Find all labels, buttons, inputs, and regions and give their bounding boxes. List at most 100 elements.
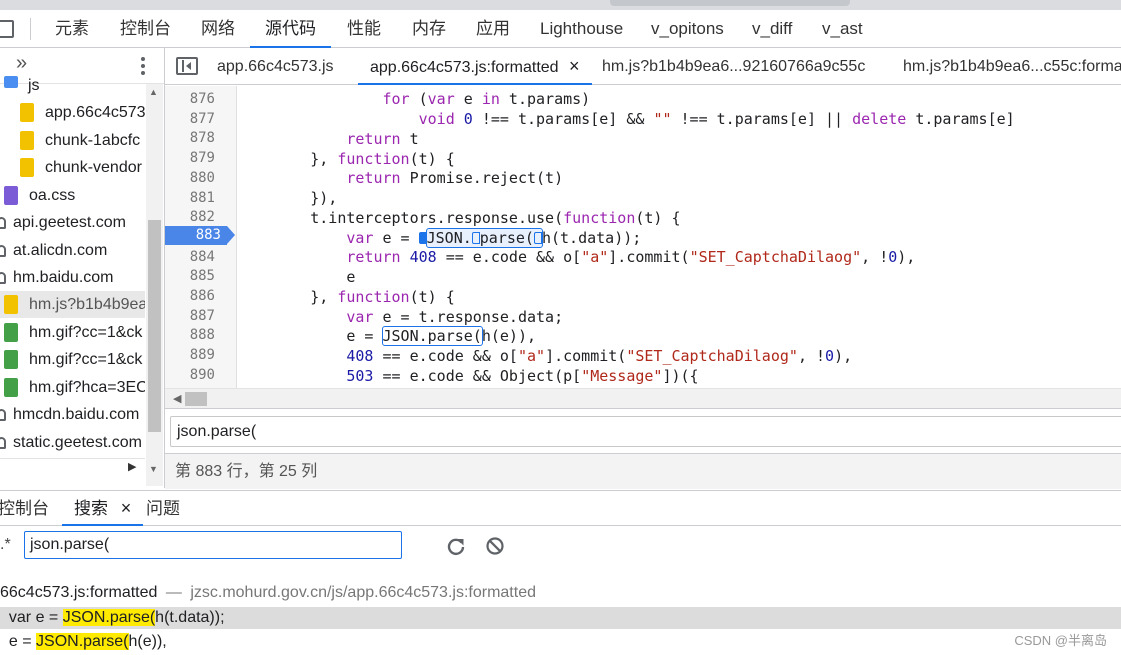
- tree-file[interactable]: hm.gif?cc=1&ck: [0, 346, 145, 373]
- scroll-right-icon[interactable]: ▶: [128, 460, 136, 473]
- drawer-tab-label: 搜索: [74, 499, 108, 518]
- tab-v-ast[interactable]: v_ast: [822, 10, 863, 48]
- match-highlight: JSON.parse(: [36, 633, 129, 650]
- window-top-strip: [0, 0, 1121, 10]
- drawer-tab-console[interactable]: 控制台: [0, 491, 49, 526]
- tree-domain[interactable]: api.geetest.com: [0, 209, 145, 236]
- folder-icon: [4, 76, 18, 88]
- tree-domain[interactable]: at.alicdn.com: [0, 237, 145, 264]
- regex-toggle[interactable]: .*: [0, 531, 11, 559]
- tree-domain[interactable]: hm.baidu.com: [0, 264, 145, 291]
- tab-application[interactable]: 应用: [476, 10, 510, 48]
- line-number[interactable]: 881: [190, 188, 215, 208]
- line-number[interactable]: 877: [190, 109, 215, 129]
- editor-tab-active[interactable]: app.66c4c573.js:formatted ×: [358, 48, 592, 85]
- search-result-row[interactable]: var e = JSON.parse(h(t.data));: [0, 607, 1121, 629]
- more-tabs-icon[interactable]: »: [16, 52, 27, 75]
- tree-domain[interactable]: hmcdn.baidu.com: [0, 401, 145, 428]
- match-highlight: JSON.parse(: [62, 609, 156, 626]
- tabbar-divider: [30, 18, 31, 40]
- breakpoint-inline-icon[interactable]: [418, 232, 427, 244]
- scroll-left-icon[interactable]: ◀: [173, 392, 181, 405]
- editor-hscroll[interactable]: ◀: [165, 388, 1121, 408]
- tree-file[interactable]: hm.gif?hca=3EC: [0, 374, 145, 401]
- search-result-row[interactable]: e = JSON.parse(h(e)),: [0, 631, 1121, 653]
- js-file-icon: [20, 103, 34, 122]
- line-number[interactable]: 886: [190, 286, 215, 306]
- line-number[interactable]: 876: [190, 89, 215, 109]
- tree-domain[interactable]: static.geetest.com: [0, 429, 145, 456]
- cloud-icon: [0, 409, 6, 421]
- drawer-tab-search[interactable]: 搜索 ×: [62, 491, 144, 526]
- code-line: }, function(t) {: [238, 150, 455, 168]
- navigator-hscroll[interactable]: ▶: [0, 458, 145, 476]
- image-file-icon: [4, 323, 18, 342]
- breakpoint-inline-icon[interactable]: [471, 232, 480, 244]
- code-line: e: [238, 268, 356, 286]
- scroll-down-icon[interactable]: ▼: [149, 464, 158, 474]
- tab-network[interactable]: 网络: [201, 10, 235, 48]
- drawer-tab-issues[interactable]: 问题: [146, 491, 180, 526]
- tree-file[interactable]: hm.gif?cc=1&ck: [0, 319, 145, 346]
- tab-elements[interactable]: 元素: [55, 10, 89, 48]
- tab-performance[interactable]: 性能: [347, 10, 381, 48]
- line-number[interactable]: 889: [190, 345, 215, 365]
- cloud-icon: [0, 272, 6, 284]
- cloud-icon: [0, 245, 6, 257]
- tree-file-selected[interactable]: hm.js?b1b4b9ea: [0, 291, 145, 318]
- line-number[interactable]: 884: [190, 247, 215, 267]
- line-number[interactable]: 890: [190, 365, 215, 385]
- code-editor[interactable]: for (var e in t.params) void 0 !== t.par…: [238, 86, 1121, 388]
- tab-lighthouse[interactable]: Lighthouse: [540, 10, 623, 48]
- navigator-menu-icon[interactable]: [133, 54, 153, 78]
- tree-file[interactable]: oa.css: [0, 182, 145, 209]
- editor-status-bar: 第 883 行，第 25 列: [165, 453, 1121, 489]
- line-number[interactable]: 879: [190, 148, 215, 168]
- toggle-navigator-icon[interactable]: [176, 57, 198, 75]
- close-icon[interactable]: ×: [121, 498, 132, 518]
- cloud-icon: [0, 437, 6, 449]
- search-input[interactable]: json.parse(: [24, 531, 402, 559]
- breakpoint-marker[interactable]: 883: [165, 226, 235, 245]
- dock-side-icon[interactable]: [0, 20, 14, 38]
- editor-tab-label: app.66c4c573.js:formatted: [370, 59, 559, 76]
- line-number[interactable]: 885: [190, 266, 215, 286]
- navigator-vscroll[interactable]: ▲ ▼: [146, 84, 163, 486]
- line-number-gutter[interactable]: 883 876 877 878 879 880 881 882 884 885 886 887 888…: [165, 86, 237, 388]
- editor-tab[interactable]: hm.js?b1b4b9ea6...c55c:formatted: [903, 48, 1121, 85]
- close-icon[interactable]: ×: [569, 56, 580, 76]
- tree-file[interactable]: chunk-vendor: [0, 154, 145, 181]
- file-navigator: » js app.66c4c573 chunk-1abcfc chunk-ven…: [0, 48, 165, 488]
- refresh-icon[interactable]: [446, 536, 466, 556]
- tree-file[interactable]: app.66c4c573: [0, 99, 145, 126]
- cursor-position: 第 883 行，第 25 列: [175, 463, 318, 480]
- clear-icon[interactable]: [485, 536, 505, 556]
- editor-search-input[interactable]: json.parse(: [170, 416, 1121, 447]
- editor-tab[interactable]: app.66c4c573.js: [217, 48, 334, 85]
- tab-v-diff[interactable]: v_diff: [752, 10, 792, 48]
- code-line: return t: [346, 130, 419, 148]
- scroll-up-icon[interactable]: ▲: [149, 87, 158, 97]
- image-file-icon: [4, 378, 18, 397]
- tab-sources[interactable]: 源代码: [250, 10, 331, 48]
- editor-tab[interactable]: hm.js?b1b4b9ea6...92160766a9c55c: [602, 48, 865, 85]
- tab-console[interactable]: 控制台: [120, 10, 171, 48]
- tab-v-opitons[interactable]: v_opitons: [651, 10, 724, 48]
- search-result-file[interactable]: 66c4c573.js:formatted — jzsc.mohurd.gov.…: [0, 580, 1121, 606]
- tree-file[interactable]: chunk-1abcfc: [0, 127, 145, 154]
- scroll-thumb[interactable]: [185, 392, 207, 406]
- code-line: 408 == e.code && o["a"].commit("SET_Capt…: [346, 347, 853, 365]
- js-file-icon: [20, 158, 34, 177]
- line-number[interactable]: 888: [190, 325, 215, 345]
- line-number[interactable]: 878: [190, 128, 215, 148]
- scroll-thumb[interactable]: [148, 220, 161, 432]
- line-number[interactable]: 880: [190, 168, 215, 188]
- cloud-icon: [0, 217, 6, 229]
- code-line: for (var e in t.params): [382, 90, 591, 108]
- breakpoint-inline-icon[interactable]: [533, 232, 542, 244]
- js-file-icon: [4, 295, 18, 314]
- devtools-main-tabbar: 元素 控制台 网络 源代码 性能 内存 应用 Lighthouse v_opit…: [0, 10, 1121, 48]
- tab-memory[interactable]: 内存: [412, 10, 446, 48]
- line-number[interactable]: 882: [190, 207, 215, 227]
- line-number[interactable]: 887: [190, 306, 215, 326]
